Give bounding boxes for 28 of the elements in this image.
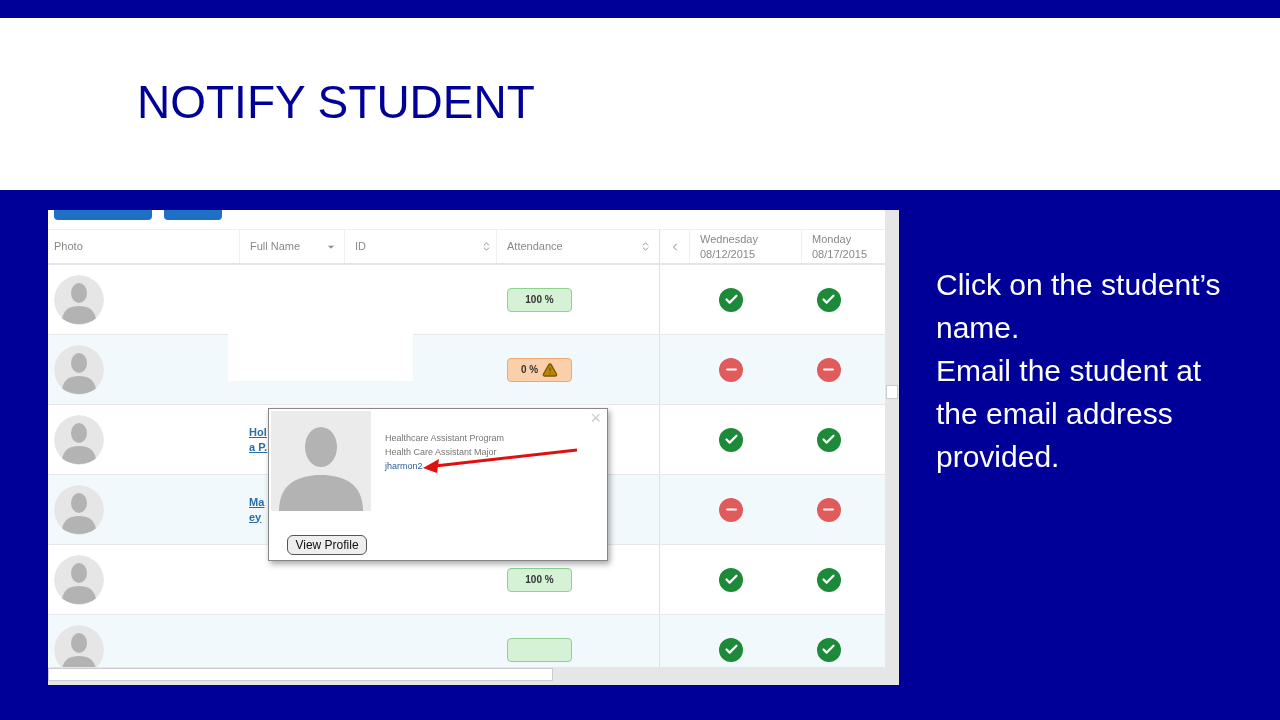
avatar-icon xyxy=(54,554,104,605)
warning-icon xyxy=(542,361,559,378)
instruction-text: Email the student at the email address provided. xyxy=(936,353,1203,475)
avatar-icon xyxy=(54,344,104,395)
column-header[interactable]: Photo xyxy=(48,230,240,263)
slide-title: NOTIFY STUDENT xyxy=(137,75,535,130)
day-header[interactable]: Monday 08/17/2015 xyxy=(802,230,885,263)
vertical-scrollbar[interactable] xyxy=(885,210,899,685)
view-profile-button[interactable]: View Profile xyxy=(287,535,367,555)
avatar-icon xyxy=(54,484,104,535)
attendance-badge: 100 % xyxy=(507,567,572,592)
sort-icon xyxy=(640,241,651,252)
day-header[interactable]: Wednesday 08/12/2015 xyxy=(690,230,802,263)
email-link[interactable]: jharmon2 xyxy=(385,459,423,473)
program-text: Health Care Assistant Major xyxy=(385,446,497,459)
column-header[interactable]: ID xyxy=(345,230,497,263)
sort-icon xyxy=(481,241,492,252)
attendance-badge: 100 % xyxy=(507,287,572,312)
horizontal-scrollbar[interactable] xyxy=(48,667,885,685)
scrollbar-thumb[interactable] xyxy=(886,385,898,399)
program-text: Healthcare Assistant Program xyxy=(385,432,505,445)
avatar-icon xyxy=(54,414,104,465)
column-header[interactable]: Attendance xyxy=(497,230,660,263)
instruction-text: Click on the student’s name. xyxy=(936,267,1222,346)
column-header[interactable]: Full Name xyxy=(240,230,345,263)
scrollbar-thumb[interactable] xyxy=(48,668,553,681)
attendance-badge: 0 % xyxy=(507,357,572,382)
avatar-icon xyxy=(54,274,104,325)
